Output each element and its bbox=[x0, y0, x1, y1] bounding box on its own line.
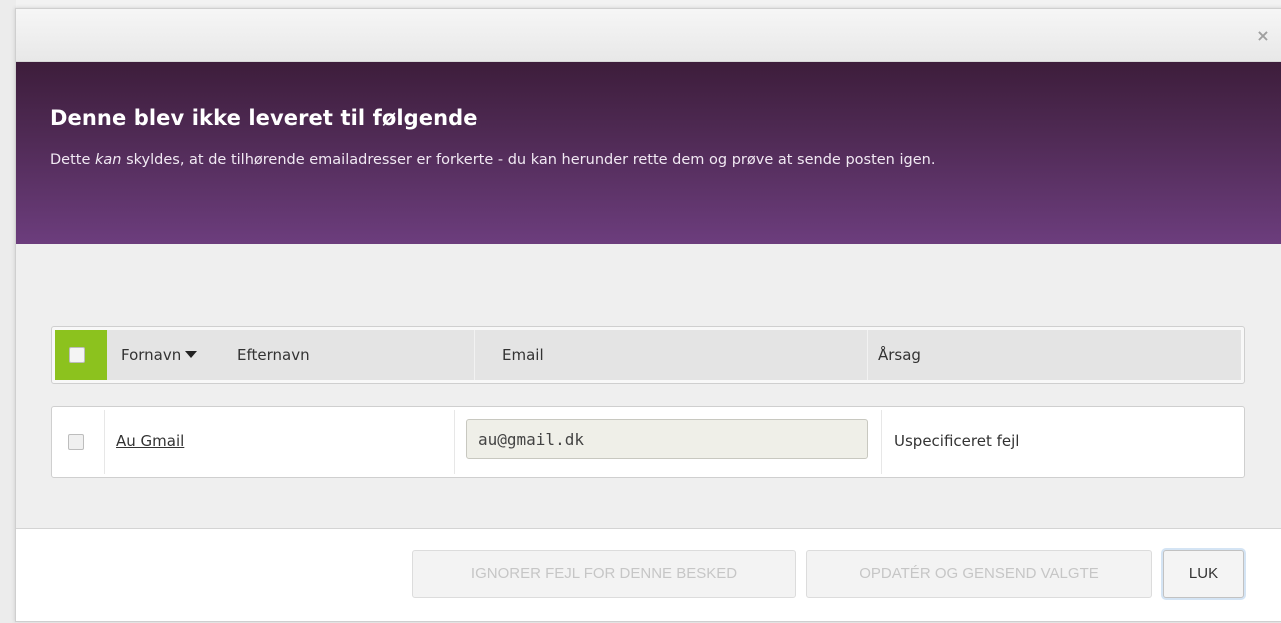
column-divider bbox=[474, 330, 475, 380]
sort-down-icon bbox=[185, 351, 198, 358]
failure-reason: Uspecificeret fejl bbox=[894, 432, 1020, 450]
select-all-box bbox=[69, 347, 85, 363]
dialog-title: Denne blev ikke leveret til følgende bbox=[50, 106, 478, 130]
description-emphasis: kan bbox=[95, 152, 122, 168]
table-header-inner: Fornavn Efternavn Email Årsag bbox=[55, 330, 1241, 380]
row-divider bbox=[454, 410, 455, 474]
column-header-first-name[interactable]: Fornavn bbox=[121, 330, 198, 380]
select-all-checkbox[interactable] bbox=[55, 330, 107, 380]
table-row: Au Gmail Uspecificeret fejl bbox=[51, 406, 1245, 478]
undelivered-dialog: × Denne blev ikke leveret til følgende D… bbox=[15, 8, 1281, 622]
column-header-email[interactable]: Email bbox=[502, 330, 544, 380]
table-header: Fornavn Efternavn Email Årsag bbox=[51, 326, 1245, 384]
close-icon[interactable]: × bbox=[1254, 27, 1272, 45]
dialog-header: Denne blev ikke leveret til følgende Det… bbox=[16, 62, 1281, 244]
dialog-body: Fornavn Efternavn Email Årsag Au Gmail U… bbox=[16, 244, 1281, 529]
row-divider bbox=[104, 410, 105, 474]
page-background bbox=[0, 0, 16, 623]
close-button[interactable]: LUK bbox=[1163, 550, 1244, 598]
email-field[interactable] bbox=[466, 419, 868, 459]
description-after: skyldes, at de tilhørende emailadresser … bbox=[121, 152, 936, 168]
recipient-name-link[interactable]: Au Gmail bbox=[116, 432, 184, 450]
dialog-footer: IGNORER FEJL FOR DENNE BESKED OPDATÉR OG… bbox=[16, 529, 1281, 621]
dialog-topbar: × bbox=[16, 9, 1281, 62]
column-divider bbox=[867, 330, 868, 380]
update-resend-button[interactable]: OPDATÉR OG GENSEND VALGTE bbox=[806, 550, 1152, 598]
column-header-reason[interactable]: Årsag bbox=[878, 330, 921, 380]
dialog-description: Dette kan skyldes, at de tilhørende emai… bbox=[50, 152, 1248, 168]
row-checkbox[interactable] bbox=[68, 434, 84, 450]
ignore-errors-button[interactable]: IGNORER FEJL FOR DENNE BESKED bbox=[412, 550, 796, 598]
first-name-label: Fornavn bbox=[121, 346, 182, 364]
description-before: Dette bbox=[50, 152, 95, 168]
column-header-last-name[interactable]: Efternavn bbox=[237, 330, 310, 380]
row-divider bbox=[881, 410, 882, 474]
